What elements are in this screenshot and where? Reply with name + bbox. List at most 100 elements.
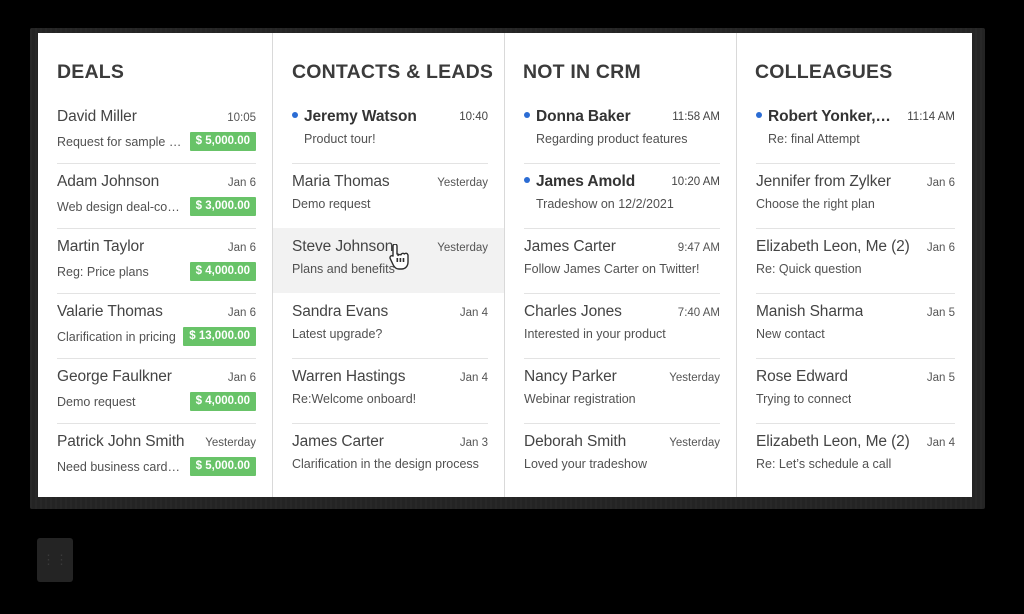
message-row[interactable]: Rose Edward Jan 5 Trying to connect [737, 358, 971, 423]
sender-wrap: Elizabeth Leon, Me (2) [756, 238, 910, 256]
message-subject: New contact [756, 327, 825, 341]
row-divider [57, 163, 256, 164]
message-row[interactable]: Donna Baker 11:58 AM Regarding product fea… [505, 98, 736, 163]
message-row[interactable]: Robert Yonker,Me(2) 11:14 AM Re: final Att… [737, 98, 971, 163]
message-time: 11:58 AM [672, 111, 720, 123]
message-row[interactable]: Deborah Smith Yesterday Loved your tradesh… [505, 423, 736, 488]
message-row[interactable]: Adam Johnson Jan 6 Web design deal-confirm… [38, 163, 272, 228]
unread-dot-icon [756, 112, 762, 118]
row-divider [756, 228, 955, 229]
sender-name: George Faulkner [57, 368, 172, 385]
sender-wrap: Valarie Thomas [57, 303, 163, 321]
collapsed-panel-icon[interactable]: ⋮⋮ [37, 538, 73, 582]
message-subject: Product tour! [304, 132, 376, 146]
message-row[interactable]: Steve Johnson Yesterday Plans and benefits [273, 228, 504, 293]
message-row[interactable]: Martin Taylor Jan 6 Reg: Price plans $ 4,00… [38, 228, 272, 293]
sender-wrap: Adam Johnson [57, 173, 159, 191]
deal-amount-badge: $ 5,000.00 [189, 457, 256, 477]
message-row[interactable]: James Carter Jan 3 Clarification in the de… [273, 423, 504, 488]
deal-amount-badge: $ 3,000.00 [189, 197, 256, 217]
row-divider [524, 358, 720, 359]
sender-wrap: Warren Hastings [292, 368, 405, 386]
message-row[interactable]: Warren Hastings Jan 4 Re:Welcome onboard! [273, 358, 504, 423]
message-subject: Request for sample logo... [57, 134, 184, 149]
mail-columns-card: DEALS David Miller 10:05 Request for sample… [38, 33, 972, 497]
sender-name: Steve Johnson [292, 238, 394, 255]
message-subject: Loved your tradeshow [524, 457, 647, 471]
message-row[interactable]: Nancy Parker Yesterday Webinar registratio… [505, 358, 736, 423]
message-time: 9:47 AM [677, 242, 720, 254]
message-time: Jan 6 [926, 242, 955, 254]
message-list: Donna Baker 11:58 AM Regarding product fea… [505, 98, 736, 488]
message-time: Jan 5 [926, 372, 955, 384]
sender-wrap: Elizabeth Leon, Me (2) [756, 433, 910, 451]
sender-name: Elizabeth Leon, Me (2) [756, 433, 910, 450]
sender-wrap: George Faulkner [57, 368, 172, 386]
column-title: CONTACTS & LEADS [292, 61, 494, 83]
message-time: Jan 6 [227, 372, 256, 384]
sender-name: James Carter [524, 238, 616, 255]
row-divider [524, 423, 720, 424]
message-row[interactable]: Patrick John Smith Yesterday Need business… [38, 423, 272, 488]
row-divider [756, 163, 955, 164]
sender-name: David Miller [57, 108, 137, 125]
row-divider [292, 423, 488, 424]
message-subject: Latest upgrade? [292, 327, 383, 341]
column-colleagues: COLLEAGUES Robert Yonker,Me(2) 11:14 AM Re:… [737, 33, 971, 497]
message-time: Jan 5 [926, 307, 955, 319]
message-subject: Re: Quick question [756, 262, 862, 276]
message-time: 10:40 [459, 111, 488, 123]
sender-name: Robert Yonker,Me(2) [768, 108, 902, 125]
row-divider [524, 163, 720, 164]
row-divider [756, 423, 955, 424]
message-subject: Clarification in pricing [57, 329, 176, 344]
message-row[interactable]: Valarie Thomas Jan 6 Clarification in pric… [38, 293, 272, 358]
message-subject: Interested in your product [524, 327, 666, 341]
message-subject: Reg: Price plans [57, 264, 149, 279]
message-time: Jan 6 [227, 307, 256, 319]
column-title: DEALS [57, 61, 125, 83]
sender-name: Warren Hastings [292, 368, 406, 385]
deal-amount-badge: $ 5,000.00 [189, 132, 256, 152]
message-subject: Regarding product features [536, 132, 688, 146]
message-time: Jan 3 [459, 437, 488, 449]
unread-dot-icon [524, 112, 530, 118]
message-row[interactable]: Manish Sharma Jan 5 New contact [737, 293, 971, 358]
sender-wrap: Patrick John Smith [57, 433, 184, 451]
sender-name: James Amold [536, 173, 636, 190]
message-row[interactable]: David Miller 10:05 Request for sample logo… [38, 98, 272, 163]
message-list: Jeremy Watson 10:40 Product tour! Maria Tho… [273, 98, 504, 488]
row-divider [57, 358, 256, 359]
sender-wrap: Rose Edward [756, 368, 848, 386]
deal-amount-badge: $ 4,000.00 [189, 392, 256, 412]
message-time: Jan 6 [227, 242, 256, 254]
sender-name: Valarie Thomas [57, 303, 163, 320]
sender-name: Martin Taylor [57, 238, 145, 255]
unread-dot-icon [292, 112, 298, 118]
message-time: Yesterday [669, 372, 720, 384]
message-row[interactable]: Elizabeth Leon, Me (2) Jan 4 Re: Let’s sch… [737, 423, 971, 488]
message-row[interactable]: Jeremy Watson 10:40 Product tour! [273, 98, 504, 163]
message-row[interactable]: Maria Thomas Yesterday Demo request [273, 163, 504, 228]
message-row[interactable]: George Faulkner Jan 6 Demo request $ 4,000.… [38, 358, 272, 423]
column-not-in-crm: NOT IN CRM Donna Baker 11:58 AM Regarding p… [505, 33, 737, 497]
sender-name: Nancy Parker [524, 368, 617, 385]
message-row[interactable]: Sandra Evans Jan 4 Latest upgrade? [273, 293, 504, 358]
message-row[interactable]: Elizabeth Leon, Me (2) Jan 6 Re: Quick que… [737, 228, 971, 293]
sender-name: Manish Sharma [756, 303, 864, 320]
message-subject: Tradeshow on 12/2/2021 [536, 197, 674, 211]
sender-wrap: Charles Jones [524, 303, 622, 321]
sender-wrap: David Miller [57, 108, 137, 126]
message-subject: Choose the right plan [756, 197, 875, 211]
sender-wrap: James Carter [524, 238, 616, 256]
message-subject: Demo request [292, 197, 371, 211]
sender-name: James Carter [292, 433, 384, 450]
row-divider [524, 293, 720, 294]
message-row[interactable]: James Amold 10:20 AM Tradeshow on 12/2/202… [505, 163, 736, 228]
message-row[interactable]: Charles Jones 7:40 AM Interested in your p… [505, 293, 736, 358]
message-subject: Follow James Carter on Twitter! [524, 262, 700, 276]
message-row[interactable]: James Carter 9:47 AM Follow James Carter o… [505, 228, 736, 293]
message-time: Jan 6 [227, 177, 256, 189]
sender-wrap: Martin Taylor [57, 238, 144, 256]
message-row[interactable]: Jennifer from Zylker Jan 6 Choose the righ… [737, 163, 971, 228]
